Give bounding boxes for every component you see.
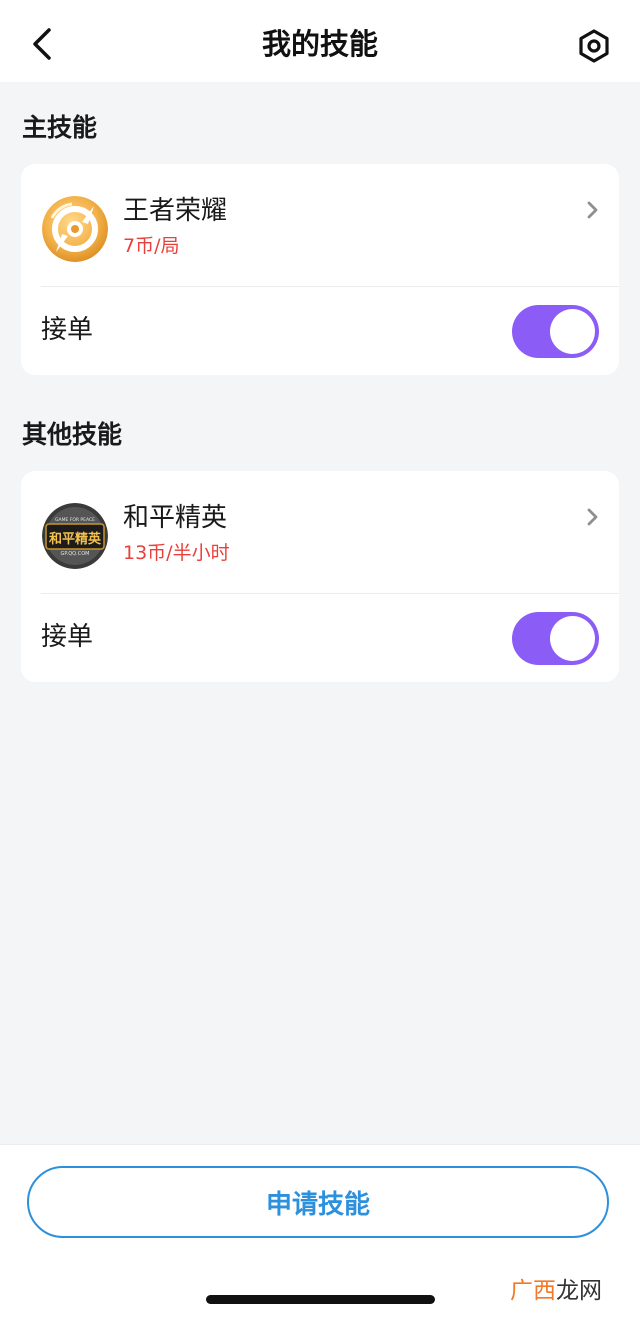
skill-name: 和平精英 xyxy=(123,503,228,533)
skill-price: 7币/局 xyxy=(123,235,180,257)
home-indicator[interactable] xyxy=(206,1295,435,1304)
game-for-peace-logo-icon: GAME FOR PEACE 和平精英 GP.QQ.COM xyxy=(42,503,108,569)
watermark-accent: 广西 xyxy=(510,1278,556,1304)
accept-orders-toggle[interactable] xyxy=(512,305,599,358)
section-title-main-skill: 主技能 xyxy=(22,113,98,142)
apply-skill-button[interactable]: 申请技能 xyxy=(27,1166,609,1238)
section-title-other-skills: 其他技能 xyxy=(22,420,123,449)
skill-name: 王者荣耀 xyxy=(123,196,228,226)
skill-card-main: 王者荣耀 7币/局 接单 xyxy=(21,164,619,375)
gear-icon xyxy=(579,29,609,63)
logo-main-text: 和平精英 xyxy=(49,531,102,547)
page-title: 我的技能 xyxy=(261,27,378,61)
logo-top-text: GAME FOR PEACE xyxy=(55,517,95,523)
accept-orders-toggle[interactable] xyxy=(512,612,599,665)
logo-bottom-text: GP.QQ.COM xyxy=(61,551,90,557)
chevron-right-icon xyxy=(587,508,598,526)
accept-orders-row: 接单 xyxy=(21,594,619,682)
toggle-knob xyxy=(550,309,595,354)
skill-card-other: GAME FOR PEACE 和平精英 GP.QQ.COM 和平精英 13币/半… xyxy=(21,471,619,682)
nav-bar: 我的技能 xyxy=(0,0,640,82)
skill-row-game-for-peace[interactable]: GAME FOR PEACE 和平精英 GP.QQ.COM 和平精英 13币/半… xyxy=(21,471,619,594)
settings-button[interactable] xyxy=(572,24,616,68)
accept-orders-label: 接单 xyxy=(41,622,94,652)
accept-orders-row: 接单 xyxy=(21,287,619,375)
skill-row-honor-of-kings[interactable]: 王者荣耀 7币/局 xyxy=(21,164,619,287)
bottom-bar: 申请技能 广西龙网 xyxy=(0,1144,640,1319)
accept-orders-label: 接单 xyxy=(41,315,94,345)
watermark: 广西龙网 xyxy=(510,1275,602,1307)
watermark-rest: 龙网 xyxy=(556,1278,602,1304)
skill-price: 13币/半小时 xyxy=(123,542,230,564)
honor-of-kings-logo-icon xyxy=(42,196,108,262)
chevron-right-icon xyxy=(587,201,598,219)
toggle-knob xyxy=(550,616,595,661)
